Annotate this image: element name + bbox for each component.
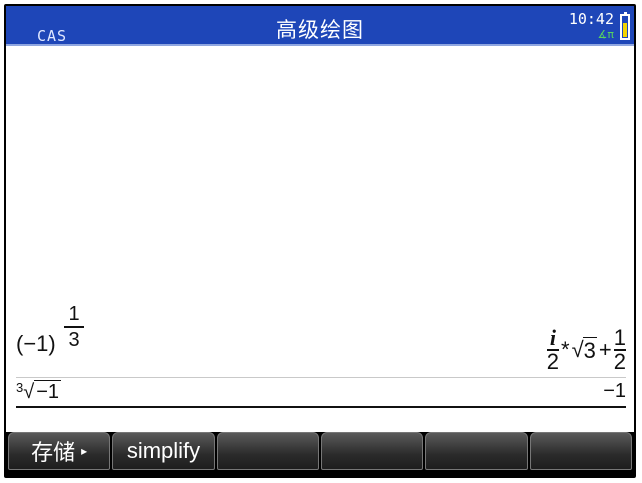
- softkey-5[interactable]: [425, 432, 528, 470]
- fraction-bar: [64, 326, 84, 328]
- times-operator: *: [561, 337, 570, 362]
- radicand: 3: [582, 336, 597, 363]
- softkey-6[interactable]: [529, 432, 632, 470]
- softkey-store[interactable]: 存储 ▸: [8, 432, 111, 470]
- app-title: 高级绘图: [276, 18, 364, 42]
- exponent-fraction: 1 3: [64, 303, 84, 351]
- softkey-label: 存储: [31, 440, 76, 465]
- softkey-menu: 存储 ▸ simplify: [8, 432, 632, 472]
- denominator: 2: [546, 349, 559, 374]
- history-entry-2[interactable]: 3√ −1 −1: [16, 380, 626, 406]
- power-base: (−1): [16, 331, 56, 356]
- history-separator: [16, 377, 626, 378]
- clock: 10:42: [568, 10, 614, 28]
- denominator: 2: [613, 349, 626, 374]
- status-bar: CAS 高级绘图 10:42 ∡π: [6, 6, 634, 46]
- exponent-numerator: 1: [68, 303, 80, 325]
- softkey-4[interactable]: [320, 432, 424, 470]
- result-value: −1: [603, 380, 626, 402]
- entry-line[interactable]: [16, 406, 626, 408]
- softkey-simplify[interactable]: simplify: [112, 432, 215, 470]
- cas-history[interactable]: (−1) 1 3 i 2 * √ 3 + 1 2 3√ −1 −1: [6, 46, 634, 432]
- radical-icon: √: [23, 381, 35, 403]
- softkey-3[interactable]: [216, 432, 319, 470]
- fraction-1-over-2: 1 2: [613, 325, 626, 374]
- numerator: 1: [613, 325, 626, 350]
- softkey-label: simplify: [126, 438, 201, 463]
- cube-root-input: 3√ −1: [16, 380, 62, 404]
- exponent-denominator: 3: [68, 329, 80, 351]
- imaginary-unit: i: [549, 325, 556, 350]
- radicand: −1: [34, 380, 62, 403]
- fraction-i-over-2: i 2: [546, 325, 559, 374]
- battery-icon: [620, 12, 630, 40]
- angle-mode-icon: ∡π: [597, 28, 614, 41]
- square-root: √ 3: [572, 336, 597, 364]
- triangle-right-icon: ▸: [81, 444, 88, 458]
- history-entry-result[interactable]: i 2 * √ 3 + 1 2: [546, 320, 626, 380]
- plus-operator: +: [598, 337, 612, 362]
